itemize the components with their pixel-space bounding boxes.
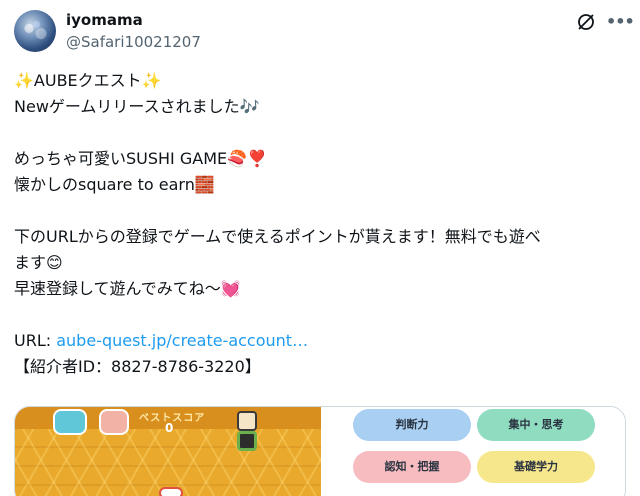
url-prefix: URL: [14, 331, 57, 350]
post-line: Newゲームリリースされました🎶 [14, 97, 260, 116]
more-icon[interactable]: ••• [606, 13, 635, 31]
skill-focus: 集中・思考 [477, 409, 595, 441]
post-line: ✨AUBEクエスト✨ [14, 71, 162, 90]
url-line: URL: aube-quest.jp/create-account… [14, 328, 626, 354]
post-line: 早速登録して遊んでみてね〜💓 [14, 279, 241, 298]
grok-icon[interactable] [576, 12, 596, 32]
url-link[interactable]: aube-quest.jp/create-account… [56, 331, 308, 350]
avatar[interactable] [14, 10, 56, 52]
post-line: めっちゃ可愛いSUSHI GAME🍣❣️ [14, 149, 267, 168]
post-header: iyomama @Safari10021207 ••• [14, 10, 635, 58]
referral-line: 【紹介者ID：8827-8786-3220】 [14, 357, 261, 376]
skill-basics: 基礎学力 [477, 451, 595, 483]
nigiri-icon [159, 487, 183, 496]
media-card[interactable]: ベストスコア 0 判断力 集中・思考 認知・把握 基礎学力 [14, 406, 626, 496]
water-button-icon [53, 409, 87, 435]
post-body: ✨AUBEクエスト✨ Newゲームリリースされました🎶 めっちゃ可愛いSUSHI… [14, 68, 626, 380]
post-line [14, 302, 626, 328]
skill-cognition: 認知・把握 [353, 451, 471, 483]
post-line [14, 120, 626, 146]
maki-icon [237, 431, 257, 451]
best-score-value: 0 [165, 421, 174, 435]
sushi-icon [237, 411, 257, 431]
game-screenshot: ベストスコア 0 [15, 407, 321, 496]
shrimp-button-icon [99, 409, 129, 435]
post-line: 懐かしのsquare to earn🧱 [14, 175, 215, 194]
post-line [14, 198, 626, 224]
skills-panel: 判断力 集中・思考 認知・把握 基礎学力 [321, 407, 625, 496]
author-handle[interactable]: @Safari10021207 [66, 33, 201, 51]
skill-judgment: 判断力 [353, 409, 471, 441]
author-name[interactable]: iyomama [66, 11, 143, 29]
post-line: ます😊 [14, 253, 63, 272]
post-line: 下のURLからの登録でゲームで使えるポイントが貰えます！無料でも遊べ [14, 227, 541, 246]
